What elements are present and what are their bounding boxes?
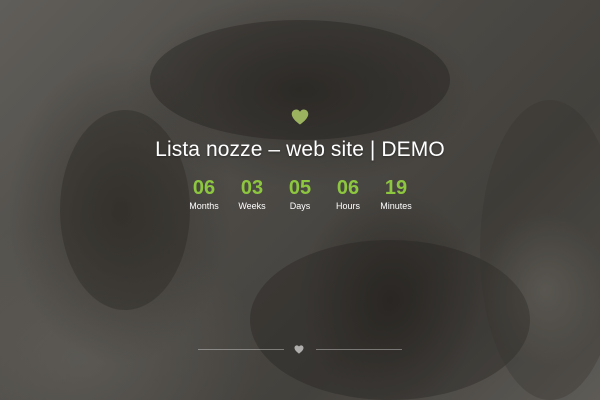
countdown-value: 19 xyxy=(384,177,408,199)
countdown-value: 05 xyxy=(288,177,312,199)
countdown-minutes: 19 Minutes xyxy=(378,176,414,212)
divider-line-left xyxy=(198,349,284,350)
countdown-hours: 06 Hours xyxy=(330,176,366,212)
countdown-weeks: 03 Weeks xyxy=(234,176,270,212)
countdown-label: Months xyxy=(189,201,219,211)
countdown-months: 06 Months xyxy=(186,176,222,212)
countdown-days: 05 Days xyxy=(282,176,318,212)
divider-heart-icon xyxy=(294,345,304,354)
countdown-value: 06 xyxy=(336,177,360,199)
countdown-label: Weeks xyxy=(238,201,266,211)
countdown-label: Days xyxy=(289,201,311,211)
heart-icon xyxy=(291,109,309,125)
countdown-label: Hours xyxy=(335,201,360,211)
countdown-label: Minutes xyxy=(380,201,412,211)
countdown-value: 03 xyxy=(240,177,264,199)
countdown-timer: 06 Months 03 Weeks 05 Days 06 Hours 19 M… xyxy=(0,176,600,212)
page-title: Lista nozze – web site | DEMO xyxy=(155,138,445,161)
divider-line-right xyxy=(316,349,402,350)
countdown-value: 06 xyxy=(192,177,216,199)
